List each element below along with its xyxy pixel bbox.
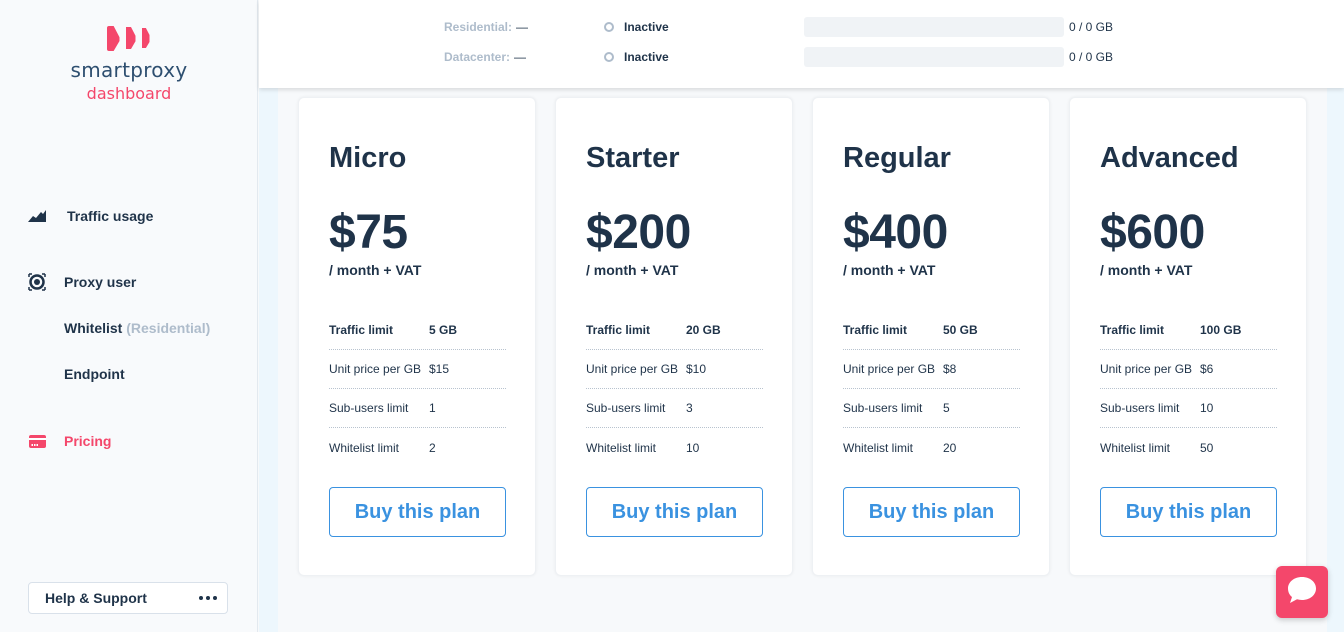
plan-specs: Traffic limit 50 GB Unit price per GB $8 S… [843,311,1020,467]
spec-row: Traffic limit 5 GB [329,311,506,350]
chat-bubble-icon [1286,575,1318,610]
sidebar-edge-strip [259,88,278,632]
plan-name: Starter [586,142,680,174]
spec-row: Whitelist limit 10 [586,440,700,455]
logo-subtitle: dashboard [86,84,172,103]
buy-plan-button[interactable]: Buy this plan [329,487,506,537]
status-ring-icon [604,22,614,32]
sidebar-item-label: Endpoint [64,366,125,382]
spec-row: Unit price per GB $15 [329,350,506,389]
usage-value: 0 / 0 GB [1069,50,1114,64]
spec-row: Unit price per GB $10 [586,350,763,389]
sidebar-item-label: Traffic usage [67,208,154,224]
plan-price: $400 [843,206,948,259]
plan-period: / month + VAT [329,262,422,278]
sidebar-item-label: Whitelist [64,320,123,336]
status-ring-icon [604,52,614,62]
help-support-label: Help & Support [45,590,147,606]
plan-specs: Traffic limit 5 GB Unit price per GB $15 S… [329,311,506,467]
spec-row: Sub-users limit 1 [329,389,506,428]
plan-price: $75 [329,206,408,259]
logo[interactable]: smartproxy dashboard [0,26,258,103]
plan-name: Regular [843,142,951,174]
plan-period: / month + VAT [586,262,679,278]
usage-label: Datacenter: — [444,50,527,64]
sidebar-item-whitelist[interactable]: Whitelist (Residential) [64,320,210,336]
plan-price: $200 [586,206,691,259]
spec-row: Sub-users limit 10 [1100,389,1277,428]
chat-launcher-button[interactable] [1276,566,1328,618]
sidebar-item-endpoint[interactable]: Endpoint [64,366,125,382]
buy-plan-button[interactable]: Buy this plan [586,487,763,537]
spec-row: Whitelist limit 2 [329,440,436,455]
spec-row: Unit price per GB $6 [1100,350,1277,389]
spec-row: Traffic limit 100 GB [1100,311,1277,350]
spec-row: Sub-users limit 3 [586,389,763,428]
logo-mark-icon [0,26,258,51]
spec-row: Sub-users limit 5 [843,389,1020,428]
spec-row: Unit price per GB $8 [843,350,1020,389]
plan-specs: Traffic limit 100 GB Unit price per GB $6 … [1100,311,1277,467]
plan-price: $600 [1100,206,1205,259]
sidebar-item-proxy-user[interactable]: Proxy user [28,273,136,291]
help-support-button[interactable]: Help & Support [28,582,228,614]
plan-card-advanced: Advanced $600 / month + VAT Traffic limi… [1069,97,1307,576]
usage-header: Residential: — Inactive 0 / 0 GB Datacent… [259,0,1344,88]
plan-period: / month + VAT [1100,262,1193,278]
sidebar-item-traffic-usage[interactable]: Traffic usage [28,207,153,225]
plan-card-starter: Starter $200 / month + VAT Traffic limit… [555,97,793,576]
usage-progress-bar [804,47,1064,67]
spec-row: Traffic limit 50 GB [843,311,1020,350]
target-icon [28,273,46,291]
area-chart-icon [28,207,46,225]
plan-card-regular: Regular $400 / month + VAT Traffic limit… [812,97,1050,576]
credit-card-icon [28,432,46,450]
plan-card-micro: Micro $75 / month + VAT Traffic limit 5 G… [298,97,536,576]
right-edge-strip [1327,88,1344,632]
status-badge: Inactive [604,50,669,64]
usage-row-residential: Residential: — Inactive 0 / 0 GB [259,17,1344,37]
plan-specs: Traffic limit 20 GB Unit price per GB $10 … [586,311,763,467]
buy-plan-button[interactable]: Buy this plan [843,487,1020,537]
logo-wordmark: smartproxy [70,58,188,82]
sidebar-item-suffix: (Residential) [126,320,211,336]
spec-row: Whitelist limit 50 [1100,440,1214,455]
sidebar-item-label: Proxy user [64,274,137,290]
plan-name: Micro [329,142,407,174]
usage-label: Residential: — [444,20,529,34]
spec-row: Whitelist limit 20 [843,440,957,455]
spec-row: Traffic limit 20 GB [586,311,763,350]
usage-value: 0 / 0 GB [1069,20,1114,34]
usage-progress-bar [804,17,1064,37]
sidebar: smartproxy dashboard Traffic usage Proxy… [0,0,258,632]
more-dots-icon[interactable] [199,596,217,600]
plan-period: / month + VAT [843,262,936,278]
sidebar-item-label: Pricing [64,433,112,449]
buy-plan-button[interactable]: Buy this plan [1100,487,1277,537]
sidebar-item-pricing[interactable]: Pricing [28,432,111,450]
plan-name: Advanced [1100,142,1239,174]
status-badge: Inactive [604,20,669,34]
usage-row-datacenter: Datacenter: — Inactive 0 / 0 GB [259,47,1344,67]
